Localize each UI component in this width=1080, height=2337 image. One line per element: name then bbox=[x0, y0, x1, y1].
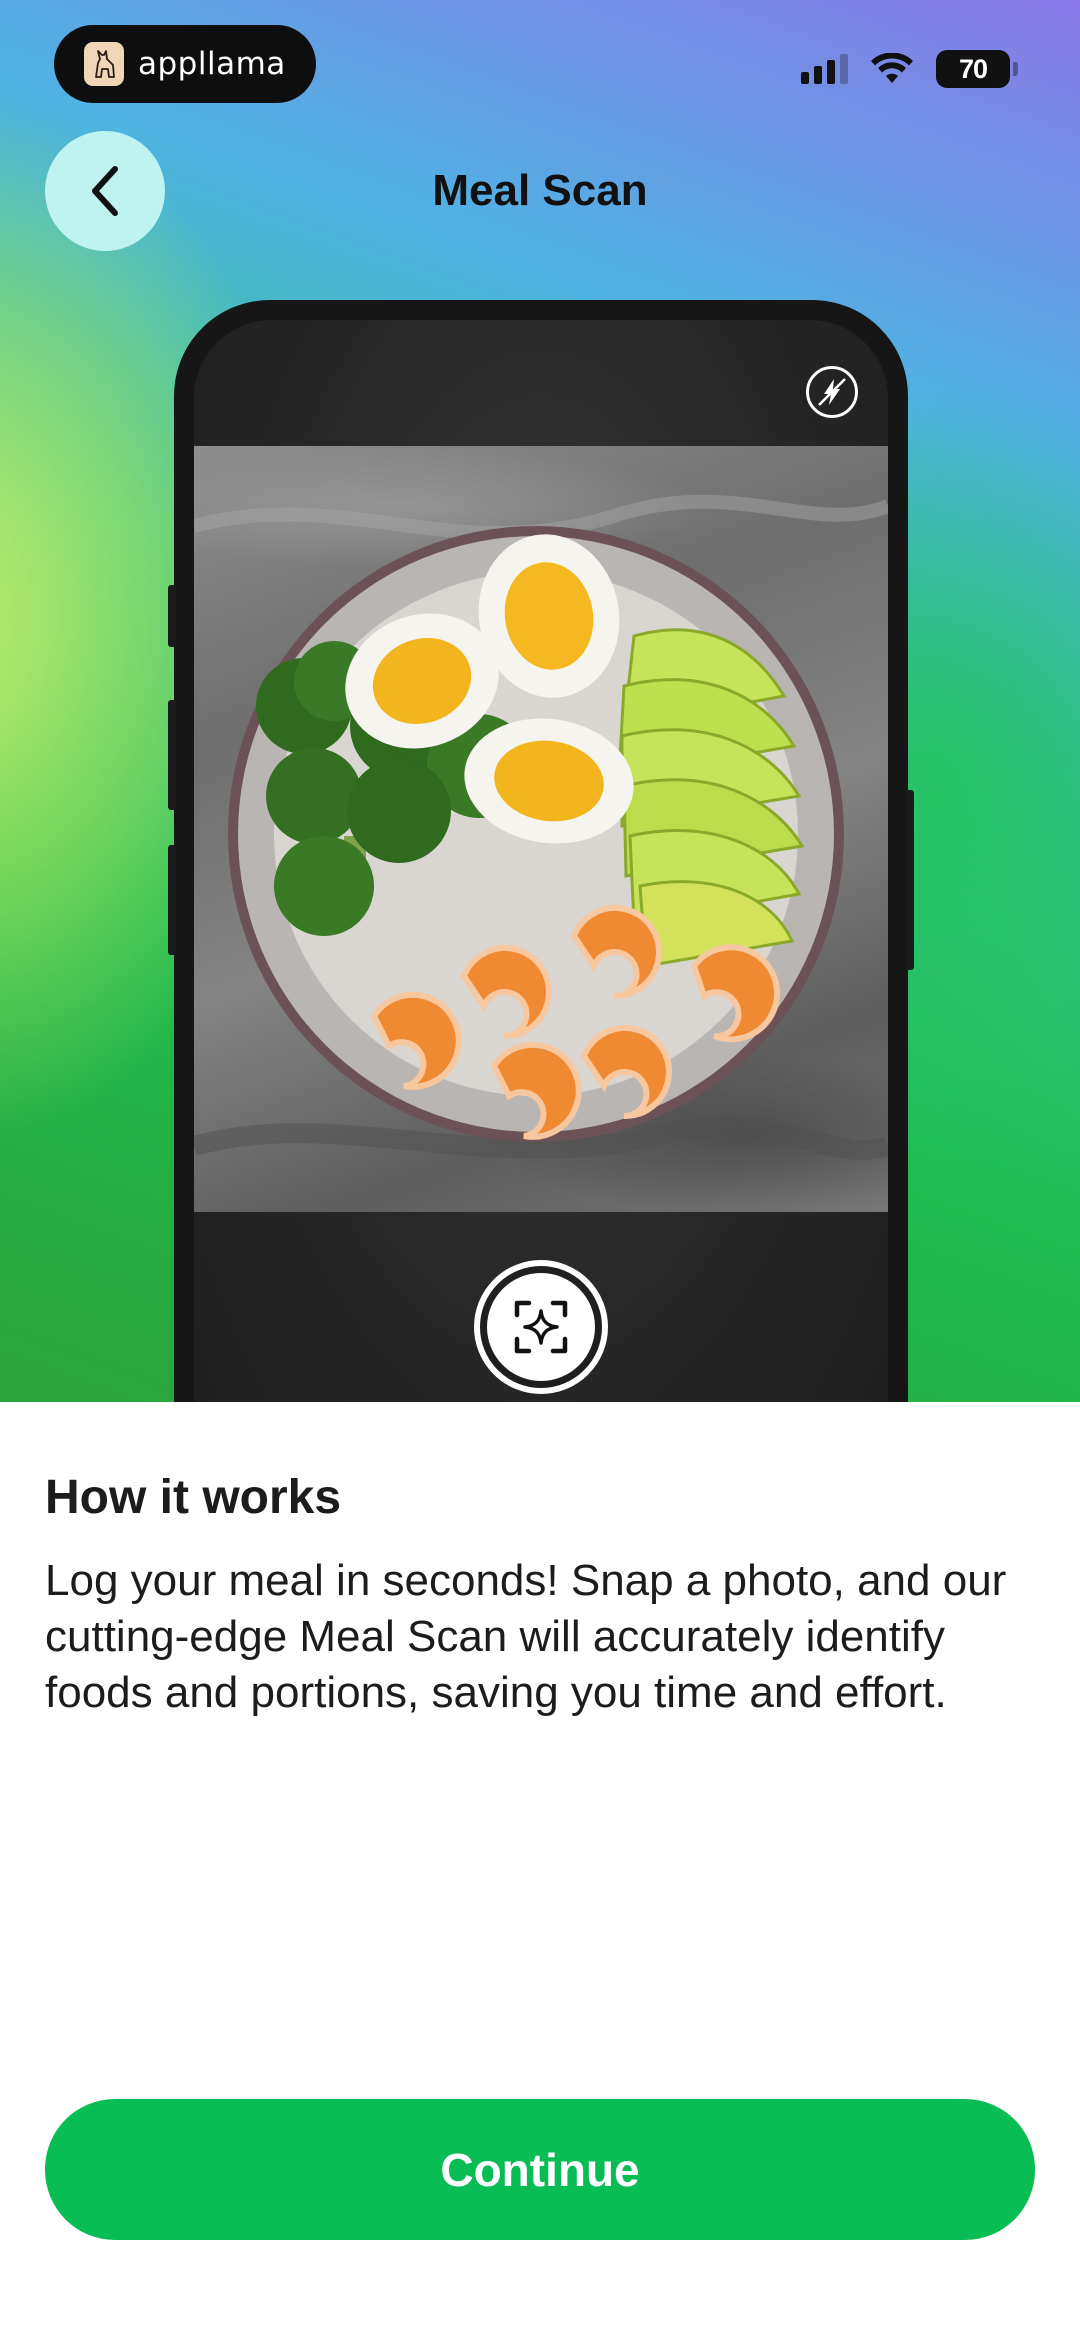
cellular-signal-icon bbox=[801, 54, 848, 84]
section-description: Log your meal in seconds! Snap a photo, … bbox=[45, 1556, 1007, 1717]
sparkle-scan-icon bbox=[514, 1300, 568, 1354]
hero-illustration: appllama 70 Meal Scan bbox=[0, 0, 1080, 1402]
scan-shutter-button[interactable] bbox=[474, 1260, 608, 1394]
camera-screen bbox=[194, 320, 888, 1402]
flash-toggle-button[interactable] bbox=[806, 366, 858, 418]
llama-logo-icon bbox=[84, 42, 124, 86]
phone-side-button bbox=[906, 790, 914, 970]
page-title: Meal Scan bbox=[432, 166, 648, 215]
battery-level: 70 bbox=[958, 53, 988, 84]
status-icons: 70 bbox=[801, 50, 1018, 88]
phone-side-button bbox=[168, 845, 176, 955]
battery-icon: 70 bbox=[936, 50, 1018, 88]
phone-side-button bbox=[168, 700, 176, 810]
section-heading: How it works bbox=[45, 1471, 342, 1524]
brand-name: appllama bbox=[138, 46, 286, 82]
phone-mockup bbox=[168, 300, 914, 1402]
continue-button[interactable]: Continue bbox=[45, 2099, 1035, 2240]
phone-side-button bbox=[168, 585, 176, 647]
meal-photo bbox=[194, 446, 888, 1212]
brand-pill: appllama bbox=[54, 25, 316, 103]
wifi-icon bbox=[871, 53, 913, 83]
flash-off-icon bbox=[818, 378, 846, 406]
